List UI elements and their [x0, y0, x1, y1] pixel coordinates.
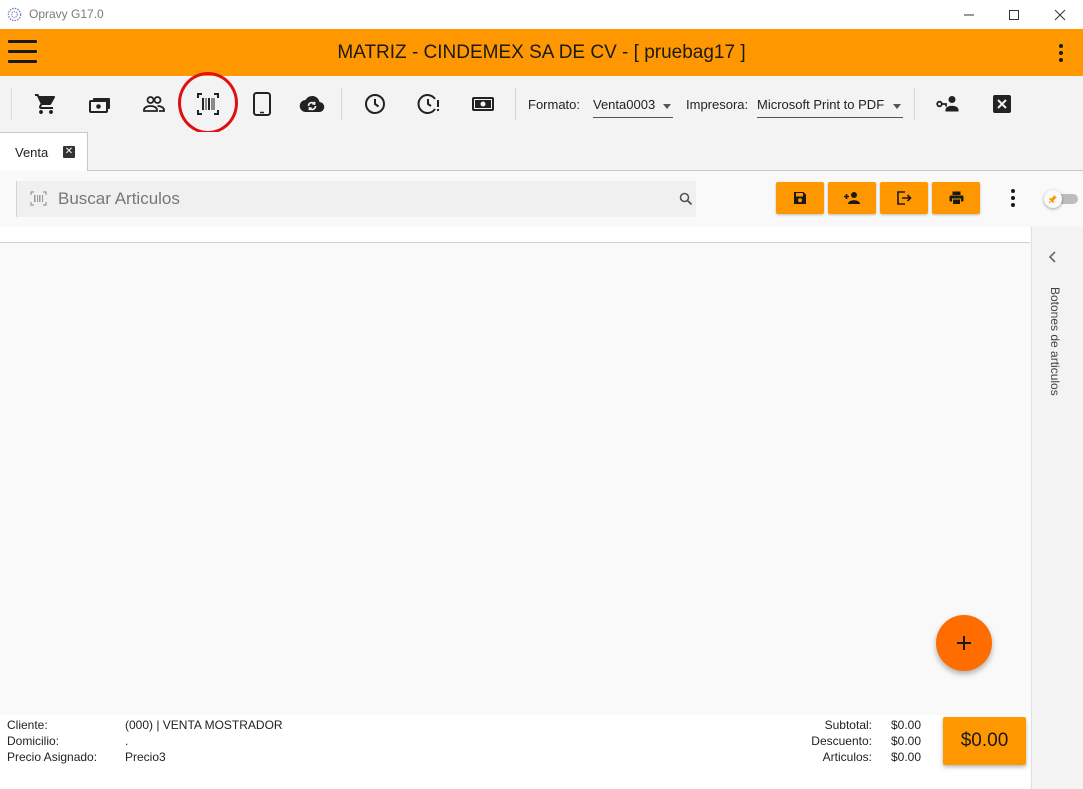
- impresora-label: Impresora:: [686, 97, 749, 112]
- articulos-value: $0.00: [891, 750, 922, 764]
- clock-alert-icon: [417, 94, 439, 114]
- pin-toggle[interactable]: [1044, 189, 1078, 209]
- app-bar: MATRIZ - CINDEMEX SA DE CV - [ pruebag17…: [0, 29, 1083, 76]
- search-bar: [16, 181, 696, 217]
- cash-icon: [89, 98, 110, 113]
- user-key-button[interactable]: [934, 90, 962, 118]
- print-icon: [949, 191, 963, 205]
- tab-close-icon[interactable]: ✕: [63, 146, 75, 158]
- descuento-value: $0.00: [891, 734, 922, 748]
- formato-select[interactable]: Venta0003: [593, 93, 673, 118]
- more-vertical-icon[interactable]: [1006, 188, 1020, 208]
- tablet-icon: [253, 92, 271, 116]
- clock-alert-button[interactable]: [415, 90, 443, 118]
- clock-button[interactable]: [361, 90, 389, 118]
- toolbar-divider: [515, 88, 516, 120]
- articulos-label: Articulos:: [822, 750, 872, 764]
- window-title: Opravy G17.0: [29, 7, 104, 21]
- tablet-button[interactable]: [248, 90, 276, 118]
- total-button[interactable]: $0.00: [943, 717, 1026, 765]
- grid-header-band: [0, 227, 1030, 242]
- add-user-icon: [844, 192, 860, 204]
- close-icon: [1054, 9, 1066, 20]
- dropdown-arrow-icon: [893, 104, 901, 109]
- subtotal-value: $0.00: [891, 718, 922, 732]
- print-button[interactable]: [932, 182, 980, 214]
- add-fab-button[interactable]: [936, 615, 992, 671]
- tab-strip: Venta ✕: [0, 132, 1083, 171]
- minimize-button[interactable]: [946, 0, 992, 29]
- barcode-icon: [30, 191, 47, 206]
- search-input[interactable]: [58, 187, 658, 211]
- minimize-icon: [964, 14, 974, 15]
- sale-summary-footer: Cliente: (000) | VENTA MOSTRADOR Domicil…: [0, 715, 1030, 789]
- highlight-circle: [178, 72, 238, 134]
- maximize-button[interactable]: [991, 0, 1037, 29]
- save-button[interactable]: [776, 182, 824, 214]
- shopping-cart-icon: [35, 94, 56, 114]
- tab-venta[interactable]: Venta ✕: [0, 132, 88, 171]
- grid-header-divider: [0, 242, 1030, 243]
- close-session-button[interactable]: [988, 90, 1016, 118]
- app-title: MATRIZ - CINDEMEX SA DE CV - [ pruebag17…: [337, 42, 746, 63]
- cash-button[interactable]: [86, 90, 114, 118]
- app-logo-icon: [7, 7, 22, 22]
- add-customer-button[interactable]: [828, 182, 876, 214]
- close-box-icon: [993, 95, 1011, 113]
- articles-side-panel[interactable]: Botones de articulos: [1031, 227, 1083, 789]
- formato-label: Formato:: [528, 97, 581, 112]
- sale-content: Botones de articulos Cliente: (000) | VE…: [0, 171, 1083, 789]
- plus-icon: [957, 636, 971, 650]
- cloud-sync-icon: [299, 95, 325, 113]
- toolbar-divider: [11, 88, 12, 120]
- cloud-sync-button[interactable]: [298, 90, 326, 118]
- money-button[interactable]: [469, 90, 497, 118]
- toolbar-divider: [341, 88, 342, 120]
- formato-value: Venta0003: [593, 97, 656, 112]
- people-button[interactable]: [140, 90, 168, 118]
- precio-value: Precio3: [125, 750, 166, 764]
- chevron-left-icon[interactable]: [1048, 250, 1058, 264]
- tab-label: Venta: [15, 145, 49, 160]
- save-icon: [794, 192, 806, 204]
- side-panel-label: Botones de articulos: [1048, 287, 1062, 396]
- dropdown-arrow-icon: [663, 104, 671, 109]
- exit-button[interactable]: [880, 182, 928, 214]
- cliente-label: Cliente:: [7, 718, 48, 732]
- pin-toggle-icon: [1048, 195, 1057, 204]
- precio-label: Precio Asignado:: [7, 750, 98, 764]
- impresora-select[interactable]: Microsoft Print to PDF: [757, 93, 903, 118]
- impresora-value: Microsoft Print to PDF: [757, 97, 885, 112]
- people-icon: [143, 96, 165, 112]
- exit-icon: [897, 191, 912, 205]
- descuento-label: Descuento:: [811, 734, 872, 748]
- cart-button[interactable]: [32, 90, 60, 118]
- window-titlebar: Opravy G17.0: [0, 0, 1083, 29]
- money-bill-icon: [472, 97, 494, 111]
- more-vertical-icon[interactable]: [1054, 43, 1068, 63]
- clock-icon: [365, 94, 385, 114]
- domicilio-label: Domicilio:: [7, 734, 60, 748]
- cliente-value: (000) | VENTA MOSTRADOR: [125, 718, 283, 732]
- search-icon[interactable]: [679, 192, 693, 206]
- maximize-icon: [1009, 9, 1019, 20]
- subtotal-label: Subtotal:: [824, 718, 872, 732]
- main-toolbar: Formato: Venta0003 Impresora: Microsoft …: [0, 76, 1083, 132]
- domicilio-value: .: [125, 734, 129, 748]
- toolbar-divider: [914, 88, 915, 120]
- toggle-thumb: [1044, 190, 1062, 208]
- user-key-icon: [936, 96, 959, 112]
- close-window-button[interactable]: [1037, 0, 1083, 29]
